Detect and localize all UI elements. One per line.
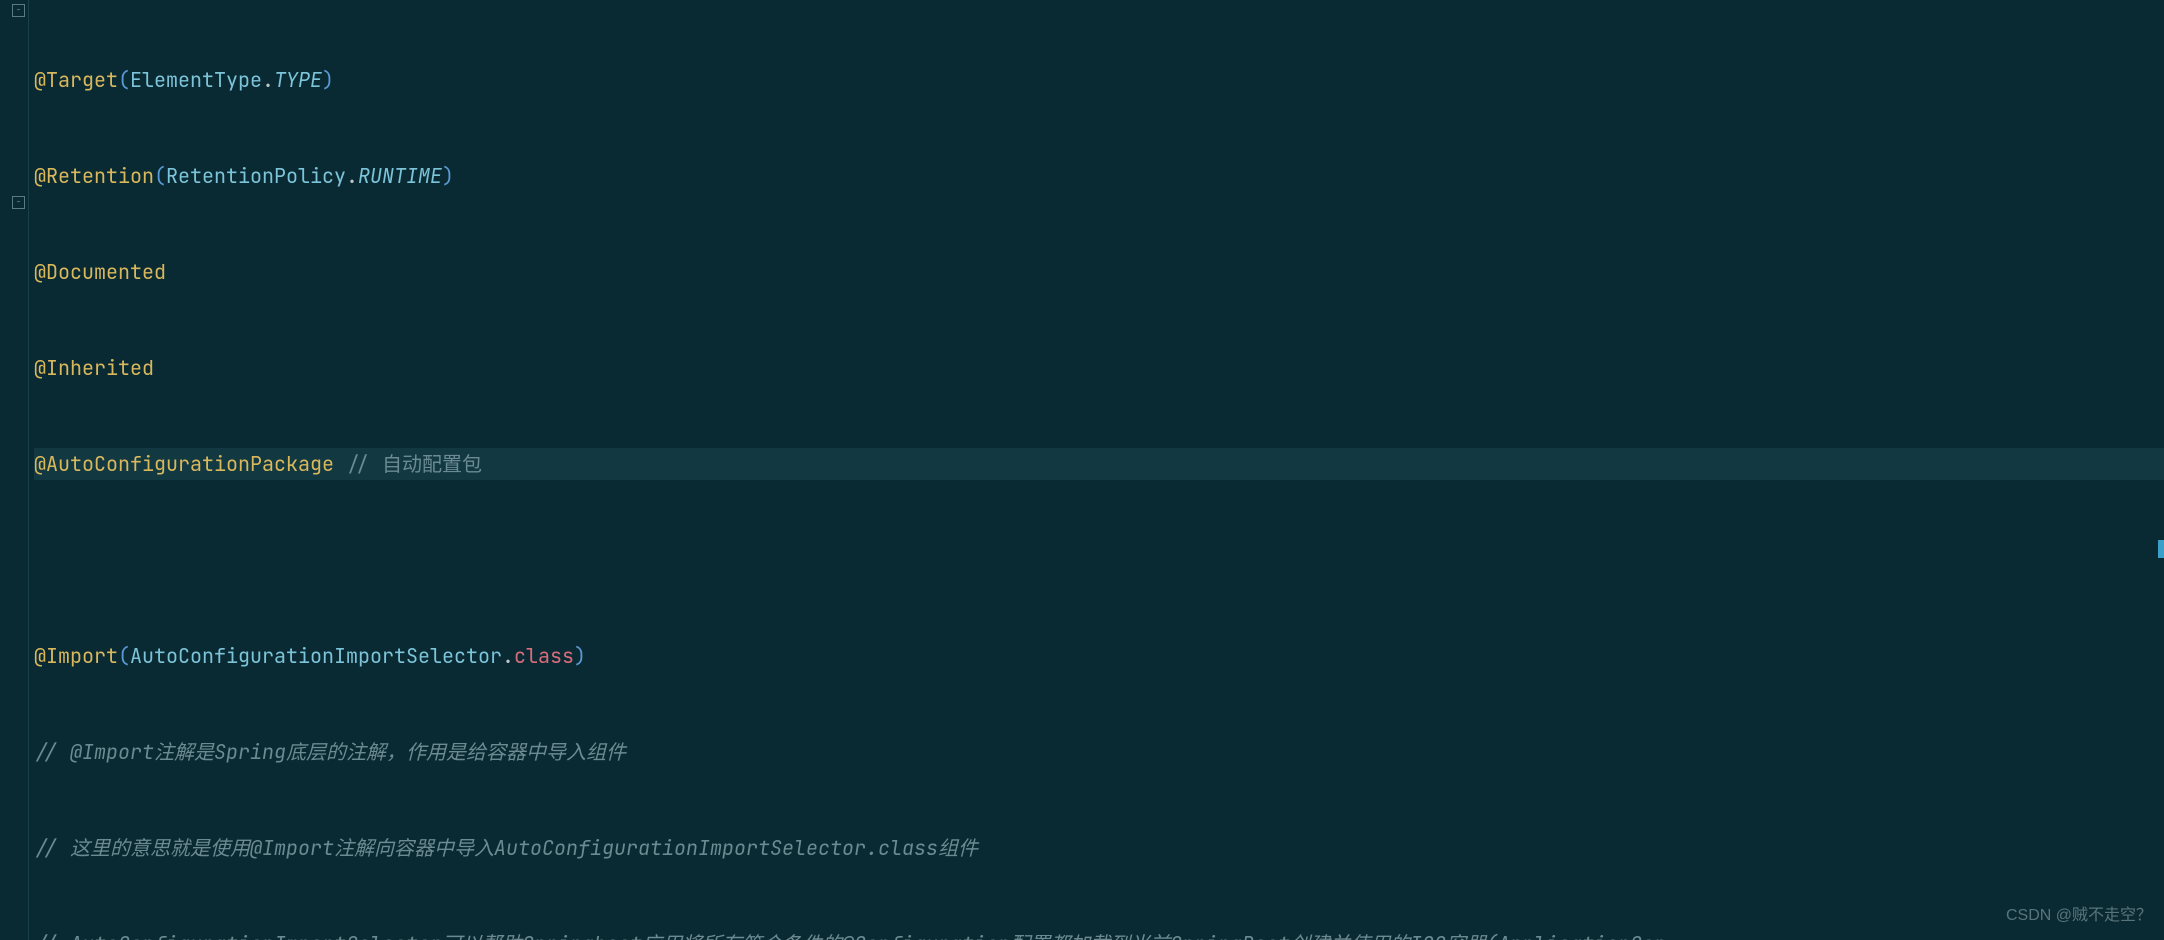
code-line: @Inherited	[34, 352, 2164, 384]
annotation: @Retention	[34, 163, 154, 189]
gutter: − −	[0, 0, 29, 940]
type-ref: AutoConfigurationImportSelector	[130, 643, 502, 669]
code-line: // 这里的意思就是使用@Import注解向容器中导入AutoConfigura…	[34, 832, 2164, 864]
comment: // 自动配置包	[334, 451, 482, 477]
type-ref: RetentionPolicy	[166, 163, 346, 189]
watermark: CSDN @贼不走空？	[2006, 900, 2152, 932]
code-line: // @Import注解是Spring底层的注解，作用是给容器中导入组件	[34, 736, 2164, 768]
fold-marker-icon[interactable]: −	[12, 4, 25, 17]
paren: (	[118, 67, 130, 93]
code-line-highlighted: @AutoConfigurationPackage // 自动配置包	[34, 448, 2164, 480]
annotation: @AutoConfigurationPackage	[34, 451, 334, 477]
code-line: @Target(ElementType.TYPE)	[34, 64, 2164, 96]
constant: TYPE	[274, 67, 322, 93]
comment: // AutoConfigurationImportSelector可以帮助Sp…	[34, 931, 1666, 940]
code-line: @Import(AutoConfigurationImportSelector.…	[34, 640, 2164, 672]
code-line: @Retention(RetentionPolicy.RUNTIME)	[34, 160, 2164, 192]
code-line-blank	[34, 544, 2164, 576]
constant: RUNTIME	[358, 163, 442, 189]
scroll-marker[interactable]	[2158, 540, 2164, 558]
annotation: @Documented	[34, 259, 166, 285]
code-line: @Documented	[34, 256, 2164, 288]
comment: // 这里的意思就是使用@Import注解向容器中导入AutoConfigura…	[34, 835, 978, 861]
keyword: class	[514, 643, 574, 669]
code-editor[interactable]: − − @Target(ElementType.TYPE) @Retention…	[0, 0, 2164, 940]
fold-marker-icon[interactable]: −	[12, 196, 25, 209]
annotation: @Import	[34, 643, 118, 669]
annotation: @Inherited	[34, 355, 154, 381]
type-ref: ElementType	[130, 67, 262, 93]
code-line: // AutoConfigurationImportSelector可以帮助Sp…	[34, 928, 2164, 940]
annotation: @Target	[34, 67, 118, 93]
code-area[interactable]: @Target(ElementType.TYPE) @Retention(Ret…	[34, 0, 2164, 940]
comment: // @Import注解是Spring底层的注解，作用是给容器中导入组件	[34, 739, 626, 765]
